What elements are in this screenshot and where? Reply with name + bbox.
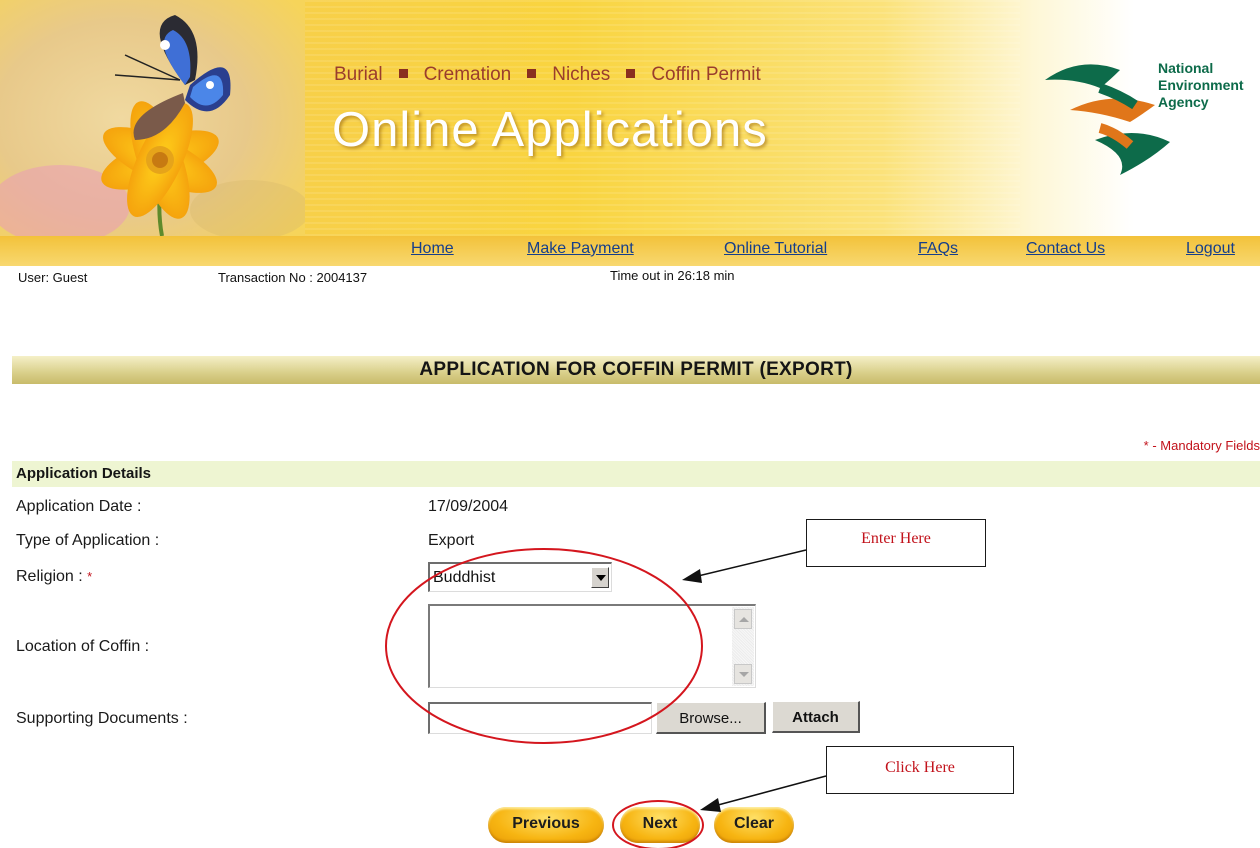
butterfly-flower-photo <box>0 0 305 236</box>
page-title: APPLICATION FOR COFFIN PERMIT (EXPORT) <box>419 359 853 380</box>
supporting-documents-label: Supporting Documents : <box>16 710 188 727</box>
agency-name-line: Agency <box>1158 94 1209 110</box>
user-status: User: Guest <box>18 270 88 285</box>
agency-name: National Environment Agency <box>1158 60 1244 111</box>
callout-enter-here: Enter Here <box>806 519 986 567</box>
service-link-burial: Burial <box>334 64 383 85</box>
nav-logout-link[interactable]: Logout <box>1186 240 1235 258</box>
textarea-scrollbar[interactable] <box>732 607 754 686</box>
supporting-documents-file-input[interactable] <box>428 702 652 734</box>
location-of-coffin-label: Location of Coffin : <box>16 638 150 655</box>
transaction-number: Transaction No : 2004137 <box>218 270 368 285</box>
chevron-down-icon[interactable] <box>591 567 609 588</box>
arrow-line-enter <box>697 549 807 577</box>
type-of-application-value: Export <box>428 532 475 549</box>
browse-button[interactable]: Browse... <box>656 702 766 734</box>
bullet-square-icon <box>527 69 537 79</box>
agency-name-line: National <box>1158 60 1214 76</box>
required-marker: * <box>87 569 93 584</box>
header-banner: Burial Cremation Niches Coffin Permit Onlin… <box>0 0 1260 236</box>
service-link-coffin-permit: Coffin Permit <box>651 64 761 85</box>
next-button[interactable]: Next <box>620 807 700 843</box>
nav-home-link[interactable]: Home <box>411 240 454 258</box>
service-links: Burial Cremation Niches Coffin Permit <box>334 64 761 86</box>
bullet-square-icon <box>398 69 408 79</box>
religion-selected-value: Buddhist <box>433 569 496 586</box>
site-title: Online Applications <box>332 103 768 157</box>
main-nav: Home Make Payment Online Tutorial FAQs C… <box>0 236 1260 266</box>
page-title-bar: APPLICATION FOR COFFIN PERMIT (EXPORT) <box>12 356 1260 384</box>
service-link-cremation: Cremation <box>423 64 512 85</box>
attach-button[interactable]: Attach <box>772 701 860 733</box>
mandatory-fields-note: * - Mandatory Fields <box>1143 438 1260 453</box>
session-timeout: Time out in 26:18 min <box>610 268 735 283</box>
nav-online-tutorial-link[interactable]: Online Tutorial <box>724 240 827 258</box>
religion-label-text: Religion : <box>16 568 83 585</box>
religion-label: Religion : * <box>16 568 92 586</box>
nav-faqs-link[interactable]: FAQs <box>918 240 958 258</box>
section-title: Application Details <box>16 465 152 482</box>
arrow-line-click <box>717 775 827 806</box>
previous-button[interactable]: Previous <box>488 807 604 843</box>
location-of-coffin-textarea[interactable] <box>428 604 756 688</box>
scroll-up-arrow-icon[interactable] <box>734 609 752 629</box>
callout-click-here: Click Here <box>826 746 1014 794</box>
scroll-down-arrow-icon[interactable] <box>734 664 752 684</box>
bullet-square-icon <box>626 69 636 79</box>
arrow-head-enter-icon <box>682 569 702 583</box>
nav-contact-us-link[interactable]: Contact Us <box>1026 240 1105 258</box>
clear-button[interactable]: Clear <box>714 807 794 843</box>
service-link-niches: Niches <box>552 64 611 85</box>
nav-make-payment-link[interactable]: Make Payment <box>527 240 634 258</box>
type-of-application-label: Type of Application : <box>16 532 160 549</box>
religion-select[interactable]: Buddhist <box>428 562 612 592</box>
application-date-label: Application Date : <box>16 498 142 515</box>
agency-name-line: Environment <box>1158 77 1244 93</box>
section-header: Application Details <box>12 461 1260 487</box>
application-date-value: 17/09/2004 <box>428 498 509 515</box>
arrow-head-click-icon <box>700 798 721 812</box>
